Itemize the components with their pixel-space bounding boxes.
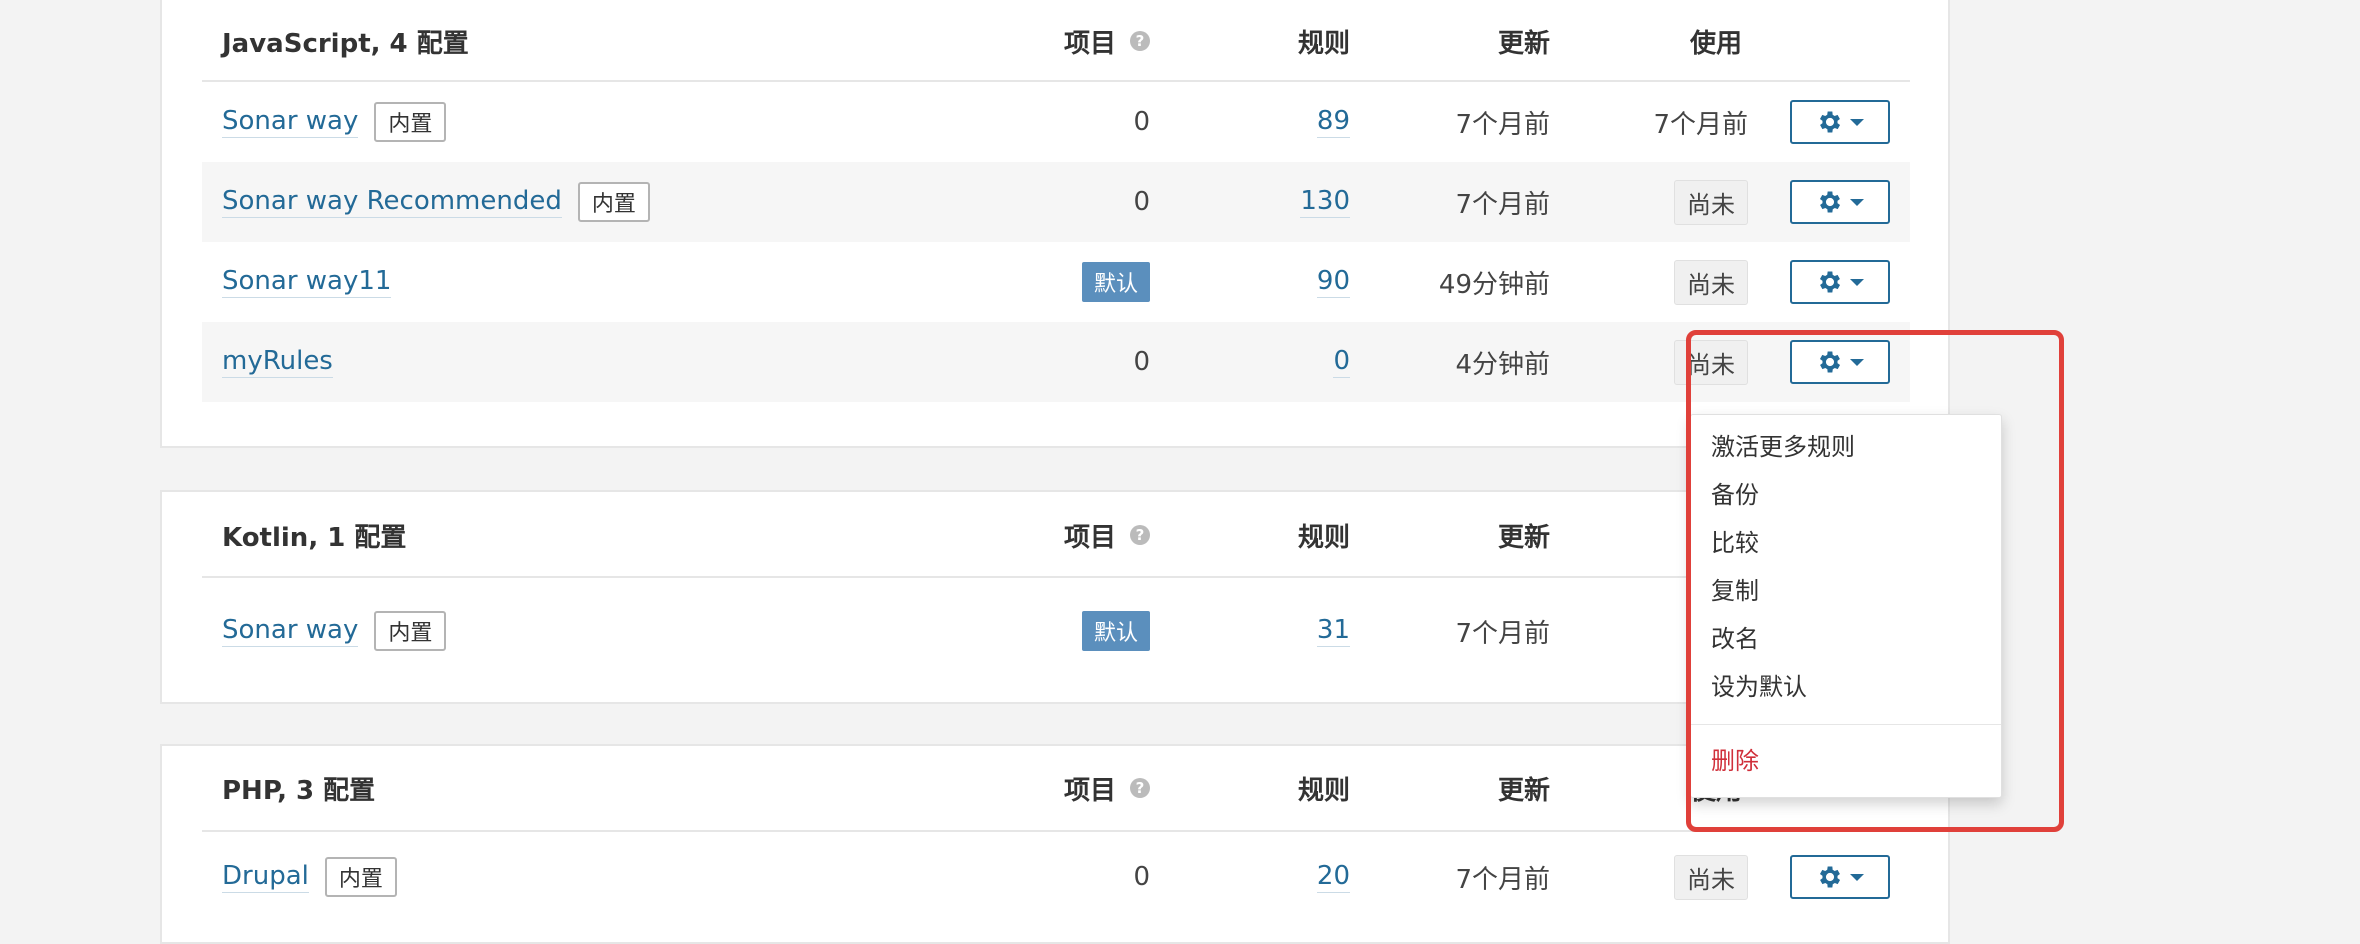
updated-value: 7个月前 <box>1455 864 1550 895</box>
menu-item-compare[interactable]: 比较 <box>1711 523 1759 563</box>
projects-header: 项目 <box>1063 775 1116 806</box>
profile-panel-kotlin: Kotlin, 1 配置 项目? 规则 更新 Sonar way 内置 默认 3… <box>160 490 1950 704</box>
menu-item-set-default[interactable]: 设为默认 <box>1711 667 1807 707</box>
profile-actions-dropdown: 激活更多规则 备份 比较 复制 改名 设为默认 删除 <box>1690 414 2002 798</box>
never-used-badge: 尚未 <box>1674 339 1748 385</box>
table-row: myRules 0 0 4分钟前 尚未 <box>202 322 1910 402</box>
gear-icon <box>1819 271 1841 293</box>
help-icon[interactable]: ? <box>1130 31 1150 51</box>
updated-header: 更新 <box>1497 775 1550 806</box>
gear-icon <box>1819 866 1841 888</box>
menu-item-copy[interactable]: 复制 <box>1711 571 1759 611</box>
projects-header: 项目 <box>1063 28 1116 59</box>
menu-item-rename[interactable]: 改名 <box>1711 619 1759 659</box>
menu-item-delete[interactable]: 删除 <box>1711 741 1759 781</box>
profile-link[interactable]: Sonar way11 <box>222 266 392 298</box>
caret-down-icon <box>1850 199 1864 206</box>
language-title: PHP, 3 配置 <box>222 775 376 806</box>
menu-divider <box>1691 724 2001 725</box>
table-row: Sonar way 内置 默认 31 7个月前 <box>202 578 1910 684</box>
profile-link[interactable]: Drupal <box>222 861 309 893</box>
profile-link[interactable]: Sonar way <box>222 615 359 647</box>
rules-count-link[interactable]: 90 <box>1316 266 1350 298</box>
caret-down-icon <box>1850 279 1864 286</box>
table-row: Sonar way Recommended 内置 0 130 7个月前 尚未 <box>202 162 1910 242</box>
builtin-badge: 内置 <box>374 102 447 142</box>
updated-header: 更新 <box>1497 28 1550 59</box>
table-row: Sonar way11 默认 90 49分钟前 尚未 <box>202 242 1910 322</box>
default-badge: 默认 <box>1081 262 1150 302</box>
table-row: Drupal 内置 0 20 7个月前 尚未 <box>202 832 1910 922</box>
table-row: Sonar way 内置 0 89 7个月前 7个月前 <box>202 82 1910 162</box>
menu-item-backup[interactable]: 备份 <box>1711 475 1759 515</box>
gear-icon <box>1819 191 1841 213</box>
rules-count-link[interactable]: 89 <box>1316 106 1350 138</box>
help-icon[interactable]: ? <box>1130 778 1150 798</box>
actions-menu-button[interactable] <box>1790 855 1890 899</box>
language-title: JavaScript, 4 配置 <box>222 28 469 59</box>
caret-down-icon <box>1850 359 1864 366</box>
table-header: Kotlin, 1 配置 项目? 规则 更新 <box>202 494 1910 578</box>
rules-count-link[interactable]: 20 <box>1316 861 1350 893</box>
updated-value: 4分钟前 <box>1455 349 1550 380</box>
default-badge: 默认 <box>1081 611 1150 651</box>
profile-panel-javascript: JavaScript, 4 配置 项目? 规则 更新 使用 Sonar way … <box>160 0 1950 448</box>
actions-menu-button[interactable] <box>1790 180 1890 224</box>
actions-menu-button-active[interactable] <box>1790 340 1890 384</box>
builtin-badge: 内置 <box>374 611 447 651</box>
never-used-badge: 尚未 <box>1674 854 1748 900</box>
updated-value: 7个月前 <box>1455 109 1550 140</box>
used-value: 7个月前 <box>1653 109 1748 140</box>
rules-header: 规则 <box>1297 28 1350 59</box>
used-header: 使用 <box>1689 28 1742 59</box>
help-icon[interactable]: ? <box>1130 525 1150 545</box>
updated-value: 7个月前 <box>1455 618 1550 649</box>
builtin-badge: 内置 <box>324 857 397 897</box>
rules-count-link[interactable]: 130 <box>1300 186 1350 218</box>
updated-header: 更新 <box>1497 522 1550 553</box>
projects-header: 项目 <box>1063 522 1116 553</box>
builtin-badge: 内置 <box>577 182 650 222</box>
never-used-badge: 尚未 <box>1674 259 1748 305</box>
table-header: PHP, 3 配置 项目? 规则 更新 使用 <box>202 746 1910 832</box>
caret-down-icon <box>1850 874 1864 881</box>
language-title: Kotlin, 1 配置 <box>222 522 407 553</box>
table-header: JavaScript, 4 配置 项目? 规则 更新 使用 <box>202 2 1910 82</box>
rules-count-link[interactable]: 31 <box>1316 615 1350 647</box>
actions-menu-button[interactable] <box>1790 260 1890 304</box>
rules-header: 规则 <box>1297 775 1350 806</box>
projects-count: 0 <box>1133 347 1150 377</box>
updated-value: 7个月前 <box>1455 189 1550 220</box>
caret-down-icon <box>1850 119 1864 126</box>
rules-header: 规则 <box>1297 522 1350 553</box>
projects-count: 0 <box>1133 187 1150 217</box>
actions-menu-button[interactable] <box>1790 100 1890 144</box>
gear-icon <box>1819 351 1841 373</box>
profile-link[interactable]: myRules <box>222 346 333 378</box>
profile-panel-php: PHP, 3 配置 项目? 规则 更新 使用 Drupal 内置 0 20 7个… <box>160 744 1950 944</box>
gear-icon <box>1819 111 1841 133</box>
never-used-badge: 尚未 <box>1674 179 1748 225</box>
rules-count-link[interactable]: 0 <box>1333 346 1350 378</box>
profile-link[interactable]: Sonar way Recommended <box>222 186 562 218</box>
projects-count: 0 <box>1133 107 1150 137</box>
projects-count: 0 <box>1133 862 1150 892</box>
updated-value: 49分钟前 <box>1438 269 1550 300</box>
menu-item-activate-more-rules[interactable]: 激活更多规则 <box>1711 427 1855 467</box>
profile-link[interactable]: Sonar way <box>222 106 359 138</box>
